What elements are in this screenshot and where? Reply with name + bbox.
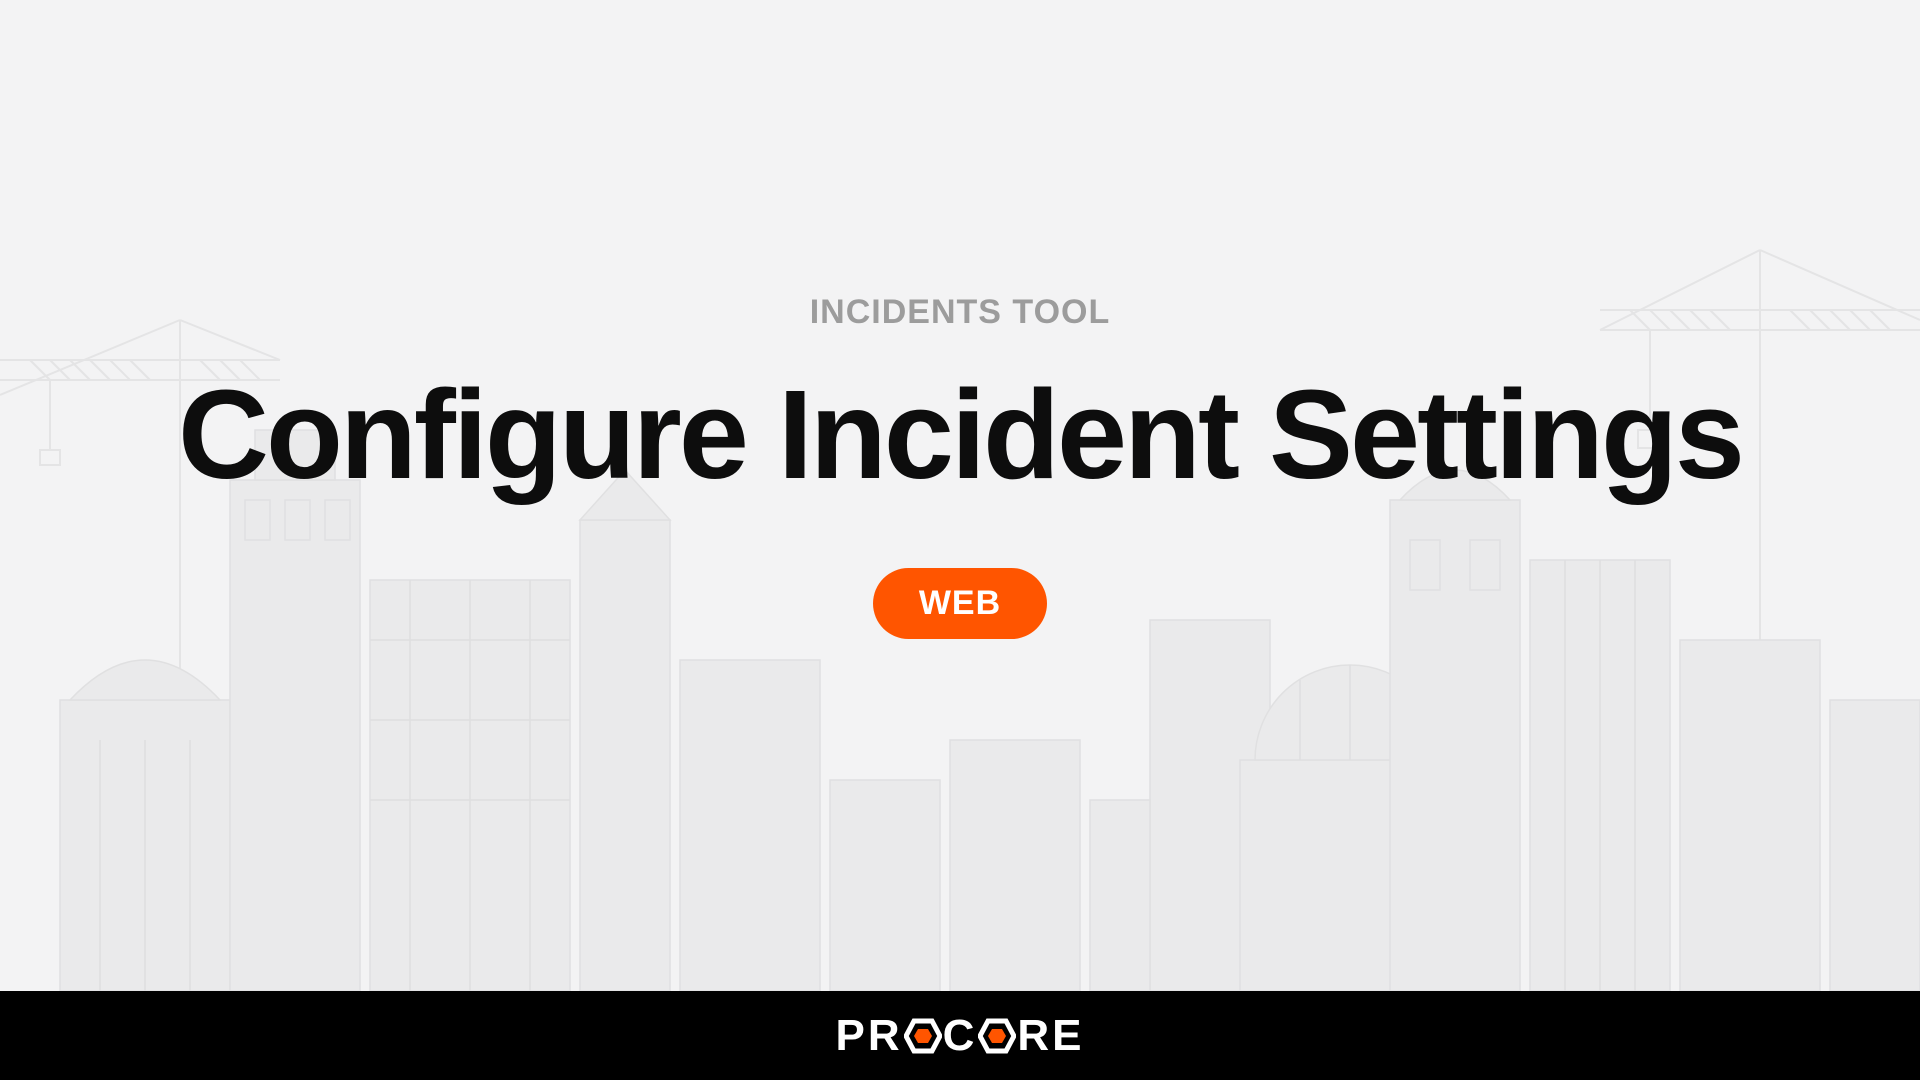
eyebrow-text: INCIDENTS TOOL: [178, 293, 1742, 332]
logo-hexagon-icon: [904, 1017, 942, 1055]
logo-text-re: RE: [1017, 1011, 1084, 1061]
page-title: Configure Incident Settings: [178, 372, 1742, 498]
logo-text-pr: PR: [835, 1011, 902, 1061]
main-slide-area: INCIDENTS TOOL Configure Incident Settin…: [0, 0, 1920, 991]
logo-text-c: C: [943, 1011, 978, 1061]
logo-hexagon-icon: [978, 1017, 1016, 1055]
platform-badge: WEB: [873, 568, 1047, 639]
footer-bar: PR C RE: [0, 991, 1920, 1080]
procore-logo: PR C RE: [835, 1011, 1084, 1061]
slide-content: INCIDENTS TOOL Configure Incident Settin…: [178, 293, 1742, 639]
